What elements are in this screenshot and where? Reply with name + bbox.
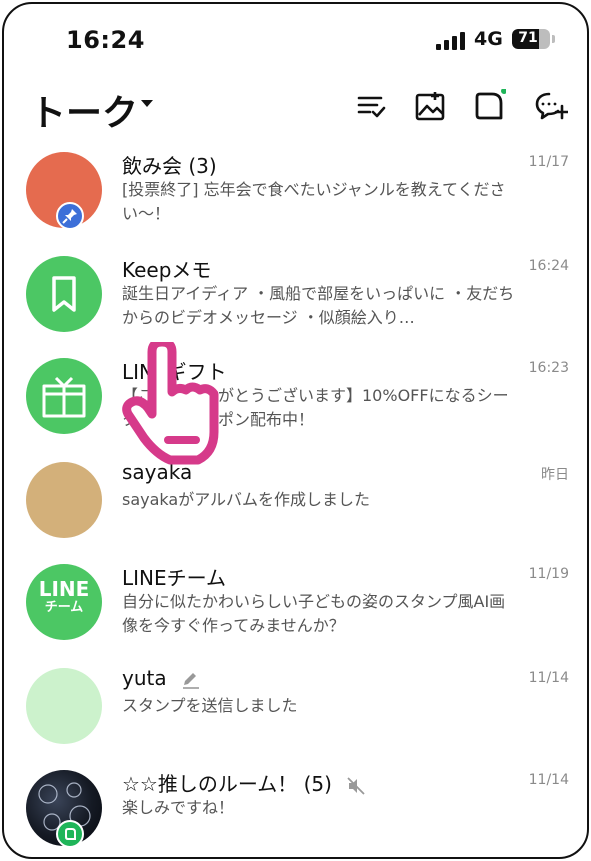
- chat-name-text: ☆☆推しのルーム！ (5): [122, 772, 332, 796]
- chat-message: 自分に似たかわいらしい子どもの姿のスタンプ風AI画像を今すぐ作ってみませんか？: [122, 592, 506, 635]
- avatar: [26, 358, 102, 434]
- bookmark-icon: [52, 276, 76, 312]
- avatar: [26, 668, 102, 744]
- square-badge-icon: [56, 820, 84, 848]
- chat-name: 飲み会 (3): [122, 154, 217, 178]
- chat-message: 楽しみですね！: [122, 798, 235, 817]
- battery-icon: 71: [512, 29, 550, 49]
- chat-name: ☆☆推しのルーム！ (5): [122, 768, 366, 797]
- voom-icon[interactable]: [472, 88, 507, 123]
- mute-icon: [347, 776, 365, 795]
- battery-nub: [552, 35, 555, 43]
- chat-time: 16:23: [528, 360, 569, 376]
- avatar-text-line: LINE: [38, 577, 90, 601]
- chat-row-keep-memo[interactable]: Keepメモ 誕生日アイディア ・風船で部屋をいっぱいに ・友だちからのビデオメ…: [4, 256, 587, 360]
- avatar-text-team: チーム: [44, 600, 84, 615]
- chat-row-oshi-room[interactable]: ☆☆推しのルーム！ (5) 楽しみですね！ 11/14: [4, 768, 587, 857]
- chat-row-line-team[interactable]: LINE チーム LINEチーム 自分に似たかわいらしい子どもの姿のスタンプ風A…: [4, 564, 587, 668]
- chat-message: [投票終了] 忘年会で食べたいジャンルを教えてください～！: [122, 180, 506, 223]
- chat-message: スタンプを送信しました: [122, 696, 298, 715]
- chat-row-line-gift[interactable]: LINEギフト 【ご参加ありがとうございます】10%OFFになるシークレットクー…: [4, 358, 587, 462]
- draft-pencil-icon: [182, 672, 199, 689]
- signal-icon: [436, 32, 466, 50]
- chat-row-sayaka[interactable]: sayaka sayakaがアルバムを作成しました 昨日: [4, 460, 587, 566]
- chat-time: 11/14: [528, 670, 569, 686]
- edit-list-icon[interactable]: [354, 89, 388, 123]
- album-icon[interactable]: [413, 89, 447, 123]
- pin-icon: [56, 202, 84, 230]
- avatar: LINE チーム: [26, 564, 102, 640]
- chat-time: 11/19: [528, 566, 569, 582]
- chat-message: sayakaがアルバムを作成しました: [122, 490, 371, 509]
- status-time: 16:24: [66, 26, 145, 54]
- tap-hand-icon: [122, 337, 232, 472]
- chat-name: yuta: [122, 666, 201, 690]
- avatar: [26, 256, 102, 332]
- chat-name: Keepメモ: [122, 258, 212, 282]
- chat-row-yuta[interactable]: yuta スタンプを送信しました 11/14: [4, 666, 587, 772]
- chat-time: 11/14: [528, 772, 569, 788]
- network-type: 4G: [474, 28, 503, 50]
- new-chat-icon[interactable]: [534, 89, 570, 123]
- gift-icon: [42, 376, 86, 418]
- chat-name-text: yuta: [122, 666, 167, 690]
- chat-message: 誕生日アイディア ・風船で部屋をいっぱいに ・友だちからのビデオメッセージ ・似…: [122, 284, 515, 327]
- battery-level: 71: [518, 30, 538, 46]
- page-title[interactable]: トーク: [30, 84, 138, 136]
- chat-time: 昨日: [541, 467, 569, 483]
- chat-name: LINEチーム: [122, 566, 227, 590]
- chevron-down-icon[interactable]: [141, 100, 153, 107]
- phone-frame: 16:24 4G 71 トーク 飲み会 (3) [投票終了] 忘年会で食べたいジ…: [2, 2, 589, 859]
- chat-row-nomikai[interactable]: 飲み会 (3) [投票終了] 忘年会で食べたいジャンルを教えてください～！ 11…: [4, 152, 587, 256]
- chat-time: 16:24: [528, 258, 569, 274]
- chat-time: 11/17: [528, 154, 569, 170]
- avatar: [26, 462, 102, 538]
